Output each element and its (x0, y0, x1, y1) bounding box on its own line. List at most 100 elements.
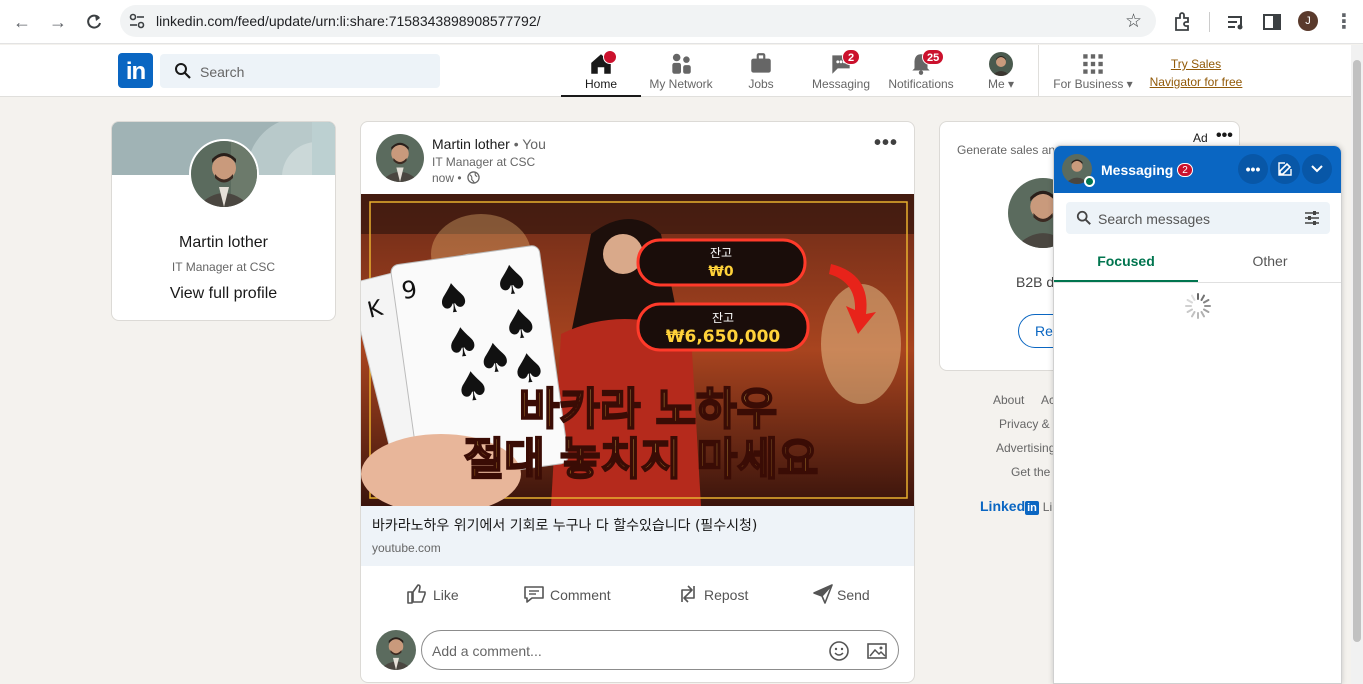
balance-value-2: ₩6,650,000 (666, 327, 781, 347)
profile-avatar[interactable] (189, 139, 259, 209)
profile-card: Martin lother IT Manager at CSC View ful… (111, 121, 336, 321)
home-notification-dot (603, 50, 617, 64)
linkedin-logo-icon[interactable]: in (118, 53, 153, 88)
messaging-unread-badge: 2 (1177, 163, 1193, 177)
tabs-divider (1054, 282, 1341, 283)
collapse-chevron-icon[interactable] (1302, 154, 1332, 184)
search-messages-input[interactable]: Search messages (1066, 202, 1330, 234)
svg-text:♠: ♠ (490, 256, 532, 307)
search-icon (1076, 210, 1091, 225)
browser-toolbar: ← → linkedin.com/feed/update/urn:li:shar… (0, 0, 1363, 44)
browser-profile-avatar[interactable]: J (1298, 11, 1318, 31)
bookmark-star-icon[interactable]: ☆ (1125, 10, 1142, 33)
like-button[interactable]: Like (405, 578, 485, 610)
site-settings-icon[interactable] (128, 12, 146, 30)
nav-for-business[interactable]: For Business ▾ (1049, 45, 1137, 97)
send-icon (813, 584, 833, 604)
messaging-more-icon[interactable]: ••• (1238, 154, 1268, 184)
address-bar[interactable]: linkedin.com/feed/update/urn:li:share:71… (120, 5, 1156, 37)
link-preview-thumbnail[interactable]: K 9 ♠ ♠ ♠ ♠ ♠ ♠ ♠ 잔고 ₩0 잔고 ₩6,650,000 바카… (361, 194, 914, 506)
link-preview-info[interactable]: 바카라노하우 위기에서 기회로 누구나 다 할수있습니다 (필수시청) yout… (361, 506, 914, 566)
messaging-title: Messaging (1101, 162, 1174, 178)
ad-generate-text: Generate sales and (957, 143, 1062, 157)
messaging-badge: 2 (842, 49, 860, 65)
nav-home[interactable]: Home (561, 45, 641, 97)
repost-label: Repost (704, 587, 749, 603)
footer-advertising-link[interactable]: Advertising (996, 441, 1055, 455)
online-status-dot (1084, 176, 1095, 187)
briefcase-icon (751, 53, 771, 73)
reload-icon[interactable] (82, 10, 106, 34)
thumbnail-image: K 9 ♠ ♠ ♠ ♠ ♠ ♠ ♠ 잔고 ₩0 잔고 ₩6,650,000 바카… (361, 194, 914, 506)
notifications-badge: 25 (922, 49, 945, 65)
photo-icon[interactable] (866, 640, 888, 662)
nav-my-network[interactable]: My Network (641, 45, 721, 97)
tab-focused[interactable]: Focused (1054, 246, 1198, 282)
send-button[interactable]: Send (812, 578, 882, 610)
nav-me[interactable]: Me ▾ (961, 45, 1041, 97)
nav-jobs[interactable]: Jobs (721, 45, 801, 97)
nav-me-label: Me ▾ (987, 77, 1015, 91)
side-panel-icon[interactable] (1260, 10, 1284, 34)
repost-icon (681, 585, 695, 603)
ad-more-options-icon[interactable]: ••• (1216, 127, 1233, 145)
post-author-avatar[interactable] (376, 134, 424, 182)
view-full-profile-link[interactable]: View full profile (112, 285, 335, 303)
nav-notifications[interactable]: 25 Notifications (881, 45, 961, 97)
search-icon (175, 63, 191, 79)
me-avatar (989, 52, 1013, 76)
forward-icon[interactable]: → (46, 10, 70, 34)
like-label: Like (433, 587, 459, 603)
media-control-icon[interactable] (1224, 10, 1248, 34)
send-label: Send (837, 587, 870, 603)
footer-privacy-link[interactable]: Privacy & (999, 417, 1050, 431)
svg-text:♠: ♠ (452, 362, 494, 413)
search-input[interactable]: Search (160, 54, 440, 88)
nav-for-business-label: For Business ▾ (1053, 77, 1133, 91)
nav-jobs-label: Jobs (748, 77, 774, 91)
messaging-header[interactable]: Messaging 2 ••• (1054, 146, 1341, 193)
browser-menu-icon[interactable]: ⋮ (1332, 10, 1356, 34)
balance-label-1: 잔고 (710, 246, 732, 260)
balance-value-1: ₩0 (708, 264, 733, 280)
nav-for-business-text: For Business (1053, 77, 1124, 91)
link-domain: youtube.com (372, 541, 441, 555)
profile-name[interactable]: Martin lother (112, 234, 335, 252)
loading-spinner-icon (1185, 293, 1211, 319)
nav-home-label: Home (584, 77, 617, 91)
comment-input[interactable]: Add a comment... (421, 630, 899, 670)
tab-other[interactable]: Other (1198, 246, 1341, 282)
back-icon[interactable]: ← (10, 10, 34, 34)
post-author-name[interactable]: Martin lother • You (432, 136, 546, 152)
thumbs-up-icon (407, 584, 426, 604)
link-title: 바카라노하우 위기에서 기회로 누구나 다 할수있습니다 (필수시청) (372, 518, 758, 534)
footer-linkedin-logo: Linked in Li (980, 498, 1052, 515)
ad-label: Ad (1193, 131, 1208, 145)
nav-messaging[interactable]: 2 Messaging (801, 45, 881, 97)
try-sales-line1: Try Sales (1170, 57, 1222, 71)
profile-headline: IT Manager at CSC (171, 260, 276, 274)
footer-get-app-link[interactable]: Get the (1011, 465, 1050, 479)
post-timestamp: now • (432, 171, 480, 185)
nav-messaging-label: Messaging (811, 77, 871, 91)
thumbnail-headline-2: 절대 놓치지 마세요 (464, 434, 818, 485)
post-you-tag: • You (509, 136, 546, 152)
commenter-avatar (376, 630, 416, 670)
nav-notifications-label: Notifications (888, 77, 954, 91)
search-messages-placeholder: Search messages (1098, 211, 1211, 227)
post-author-text: Martin lother (432, 136, 510, 152)
compose-message-icon[interactable] (1270, 154, 1300, 184)
comment-label: Comment (550, 587, 611, 603)
repost-button[interactable]: Repost (677, 578, 767, 610)
extensions-icon[interactable] (1171, 10, 1195, 34)
url-text: linkedin.com/feed/update/urn:li:share:71… (156, 13, 541, 29)
messaging-panel: Messaging 2 ••• Search messages Focused … (1053, 145, 1342, 684)
grid-apps-icon (1083, 54, 1103, 74)
comment-button[interactable]: Comment (522, 578, 622, 610)
emoji-icon[interactable] (828, 640, 850, 662)
footer-about-link[interactable]: About (993, 393, 1024, 407)
try-sales-navigator-link[interactable]: Try Sales Navigator for free (1146, 55, 1246, 91)
filter-icon[interactable] (1304, 210, 1320, 226)
post-more-options-icon[interactable]: ••• (874, 132, 898, 155)
page-scrollbar-thumb[interactable] (1353, 60, 1361, 642)
